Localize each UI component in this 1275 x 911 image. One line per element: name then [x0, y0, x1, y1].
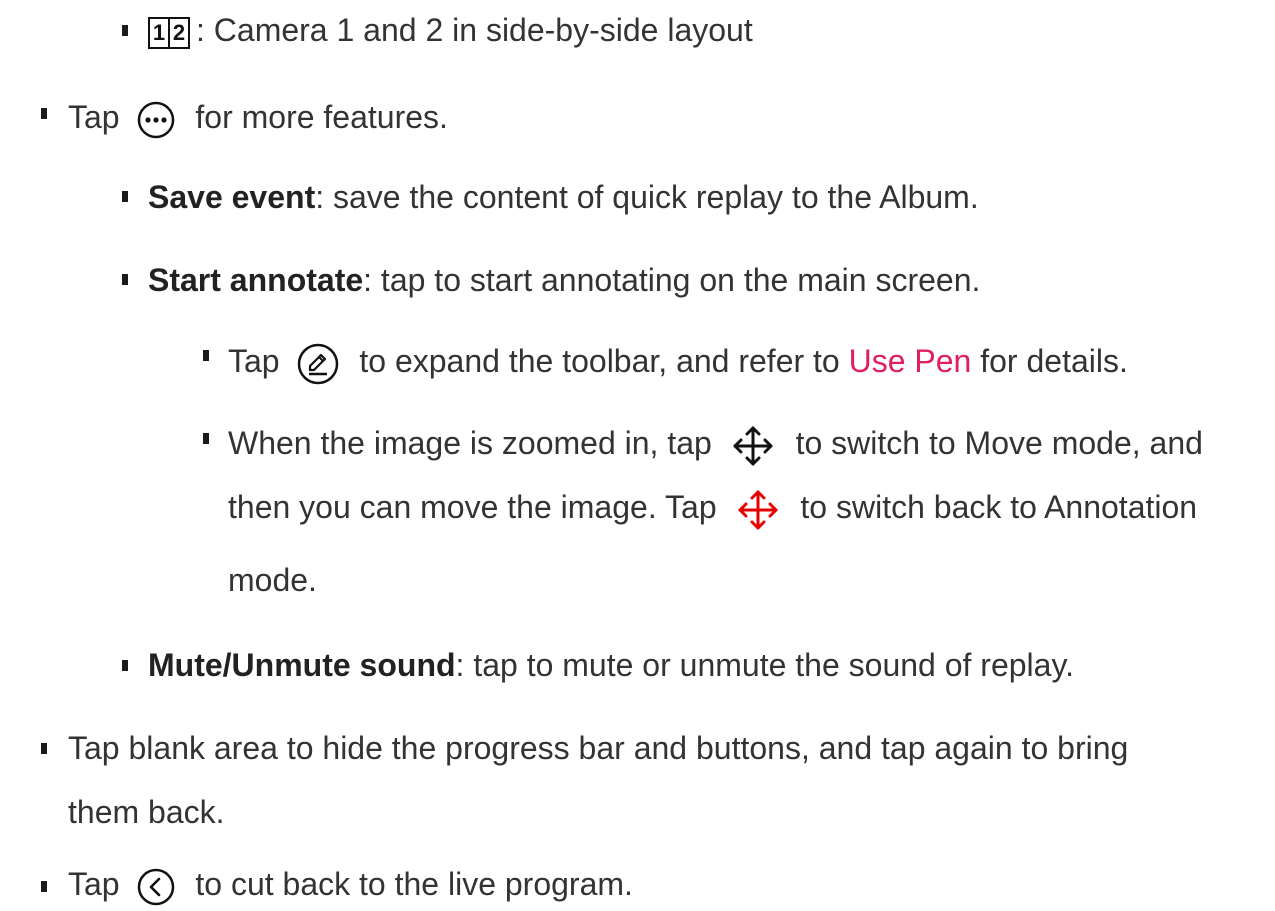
start-annotate-label: Start annotate [148, 262, 364, 298]
layout-digit-2: 2 [170, 16, 190, 49]
blank-area-text-2: them back. [68, 794, 225, 830]
blank-area-text-1: Tap blank area to hide the progress bar … [68, 730, 1129, 766]
blank-area-line-2: them back. [68, 788, 225, 836]
bullet-marker [203, 350, 209, 361]
layout-text: : Camera 1 and 2 in side-by-side layout [196, 12, 753, 48]
move-mode-line-3: mode. [228, 556, 317, 604]
pen-text: to expand the toolbar, and refer to [359, 343, 840, 379]
document-page: 12: Camera 1 and 2 in side-by-side layou… [0, 0, 1275, 911]
tap-word: Tap [228, 343, 280, 379]
pen-text-end: for details. [980, 343, 1128, 379]
bullet-marker [41, 743, 47, 754]
camera-layout-1-2-icon: 12 [148, 16, 190, 49]
tap-word: Tap [68, 99, 120, 135]
move-text-4: to switch back to Annotation [800, 489, 1198, 525]
move-mode-line-1: When the image is zoomed in, tap to swit… [228, 419, 1203, 468]
more-features-text: for more features. [195, 99, 448, 135]
save-event-item: Save event: save the content of quick re… [148, 173, 979, 221]
bullet-marker [122, 660, 128, 671]
back-live-item: Tap to cut back to the live program. [68, 860, 633, 908]
mute-sound-label: Mute/Unmute sound [148, 647, 456, 683]
more-features-item: Tap for more features. [68, 93, 448, 141]
save-event-text: : save the content of quick replay to th… [315, 179, 979, 215]
bullet-marker [41, 108, 47, 119]
move-text-3: then you can move the image. Tap [228, 489, 717, 525]
bullet-marker [122, 25, 128, 36]
mute-sound-item: Mute/Unmute sound: tap to mute or unmute… [148, 641, 1074, 689]
move-arrows-red-icon [738, 490, 777, 530]
use-pen-link[interactable]: Use Pen [849, 343, 972, 379]
tap-word: Tap [68, 866, 120, 902]
move-text-5: mode. [228, 562, 317, 598]
layout-digit-1: 1 [148, 16, 170, 49]
pen-icon [298, 343, 339, 384]
blank-area-line-1: Tap blank area to hide the progress bar … [68, 724, 1128, 772]
move-text-1: When the image is zoomed in, tap [228, 425, 712, 461]
bullet-marker [203, 433, 209, 444]
more-options-icon [138, 101, 175, 138]
back-chevron-icon [138, 868, 175, 905]
bullet-marker [41, 881, 47, 892]
move-arrows-icon [733, 426, 773, 466]
bullet-marker [122, 274, 128, 285]
pen-item: Tap to expand the toolbar, and refer to … [228, 337, 1128, 386]
start-annotate-item: Start annotate: tap to start annotating … [148, 256, 980, 304]
save-event-label: Save event [148, 179, 316, 215]
mute-sound-text: : tap to mute or unmute the sound of rep… [455, 647, 1074, 683]
bullet-marker [122, 191, 128, 202]
layout-item: 12: Camera 1 and 2 in side-by-side layou… [148, 6, 753, 54]
move-text-2: to switch to Move mode, and [795, 425, 1203, 461]
move-mode-line-2: then you can move the image. Tap to swit… [228, 483, 1197, 532]
start-annotate-text: : tap to start annotating on the main sc… [363, 262, 981, 298]
back-live-text: to cut back to the live program. [195, 866, 633, 902]
